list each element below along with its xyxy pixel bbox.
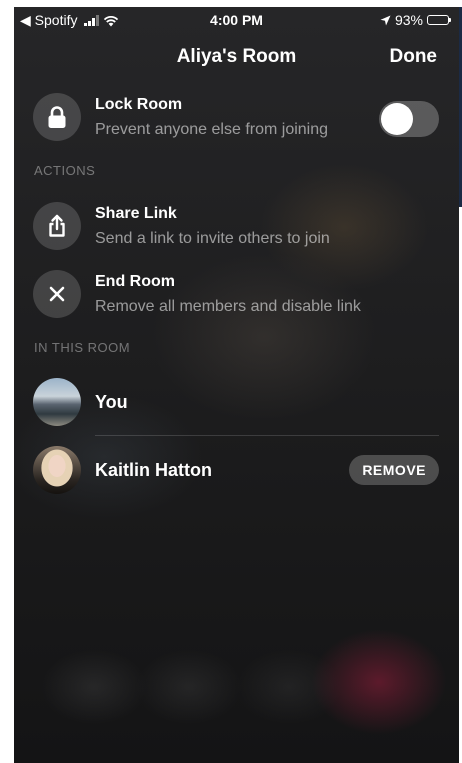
done-button[interactable]: Done — [390, 46, 438, 68]
nav-bar: Aliya's Room Done — [14, 43, 459, 73]
lock-room-subtitle: Prevent anyone else from joining — [95, 121, 329, 138]
lock-room-texts: Lock Room Prevent anyone else from joini… — [95, 96, 379, 139]
status-bar: ◀ Spotify 4:00 PM 93% — [14, 7, 459, 33]
member-name: Kaitlin Hatton — [95, 460, 212, 480]
avatar — [33, 378, 81, 426]
remove-member-button[interactable]: REMOVE — [349, 455, 439, 485]
share-link-texts: Share Link Send a link to invite others … — [95, 205, 439, 248]
end-room-subtitle: Remove all members and disable link — [95, 298, 361, 315]
lock-icon — [33, 93, 81, 141]
phone-screen: ◀ Spotify 4:00 PM 93% Aliya's Room Done — [14, 7, 459, 763]
end-room-row[interactable]: End Room Remove all members and disable … — [33, 270, 439, 320]
end-room-texts: End Room Remove all members and disable … — [95, 273, 439, 316]
location-arrow-icon — [380, 15, 391, 25]
share-link-row[interactable]: Share Link Send a link to invite others … — [33, 202, 439, 252]
battery-icon — [427, 15, 451, 25]
share-icon — [33, 202, 81, 250]
lock-room-title: Lock Room — [95, 96, 183, 113]
members-section-header: IN THIS ROOM — [34, 340, 131, 355]
avatar — [33, 446, 81, 494]
end-room-title: End Room — [95, 273, 175, 290]
toggle-knob — [381, 103, 413, 135]
actions-section-header: ACTIONS — [34, 163, 96, 178]
close-icon — [33, 270, 81, 318]
member-divider — [95, 435, 439, 436]
battery-percentage: 93% — [394, 12, 423, 28]
member-row-kaitlin: Kaitlin Hatton REMOVE — [33, 446, 439, 496]
member-name: You — [95, 392, 128, 412]
member-row-you: You — [33, 378, 439, 428]
status-right: 93% — [380, 12, 451, 28]
share-link-title: Share Link — [95, 205, 177, 222]
lock-room-row: Lock Room Prevent anyone else from joini… — [33, 93, 439, 143]
lock-room-toggle[interactable] — [379, 101, 439, 137]
share-link-subtitle: Send a link to invite others to join — [95, 230, 330, 247]
